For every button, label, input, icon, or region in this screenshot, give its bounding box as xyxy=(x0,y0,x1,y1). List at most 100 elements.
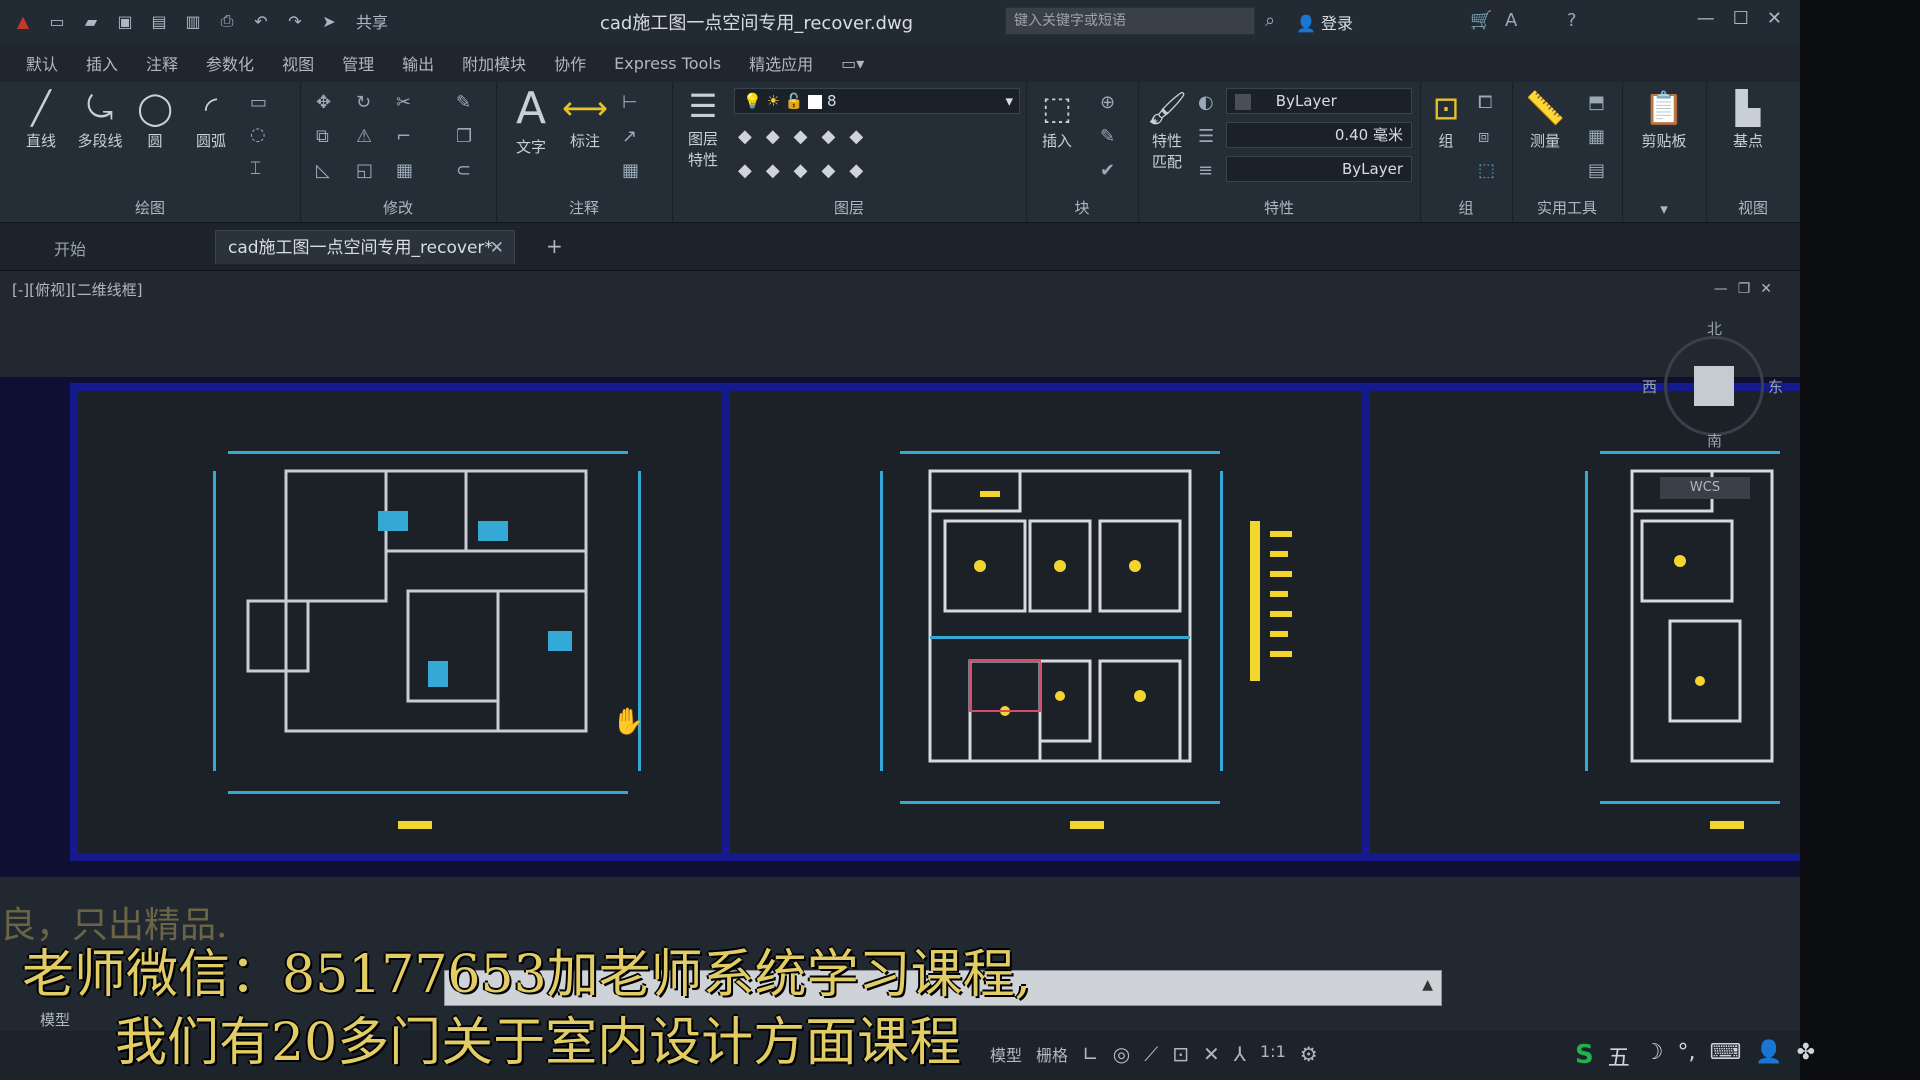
annotation-scale-icon[interactable]: ✕ xyxy=(1203,1042,1220,1066)
draw-group-label[interactable]: 绘图 xyxy=(0,197,300,218)
quick-select-icon[interactable]: ⬒ xyxy=(1588,92,1605,113)
group-tool[interactable]: ⊡ 组 xyxy=(1424,90,1468,151)
match-properties-tool[interactable]: 🖌 特性匹配 xyxy=(1142,90,1192,172)
arc-tool[interactable]: ◜ 圆弧 xyxy=(186,90,236,151)
leader-icon[interactable]: ↗ xyxy=(622,126,637,147)
sheet-1[interactable] xyxy=(70,383,732,861)
scale-value[interactable]: 1:1 xyxy=(1260,1042,1286,1066)
annotation-group-label[interactable]: 注释 xyxy=(496,197,672,218)
rotate-icon[interactable]: ↻ xyxy=(356,92,371,113)
menu-annotate[interactable]: 注释 xyxy=(146,51,178,75)
share-icon[interactable]: ➤ xyxy=(316,8,342,34)
menu-parametric[interactable]: 参数化 xyxy=(206,51,254,75)
viewport-label[interactable]: [-][俯视][二维线框] xyxy=(12,279,143,300)
ungroup-icon[interactable]: ⧠ xyxy=(1478,92,1492,113)
measure-tool[interactable]: 📏 测量 xyxy=(1518,90,1572,151)
text-tool[interactable]: A 文字 xyxy=(506,86,556,157)
move-icon[interactable]: ✥ xyxy=(316,92,331,113)
login-button[interactable]: 👤 登录 xyxy=(1296,10,1353,34)
save-as-icon[interactable]: ▤ xyxy=(146,8,172,34)
linetype-icon[interactable]: ≡ xyxy=(1198,160,1213,181)
keyboard-icon[interactable]: ⌨ xyxy=(1709,1040,1741,1072)
osnap-icon[interactable]: ⊡ xyxy=(1172,1042,1189,1066)
menu-view[interactable]: 视图 xyxy=(282,51,314,75)
erase-icon[interactable]: ✎ xyxy=(456,92,471,113)
array-icon[interactable]: ▦ xyxy=(396,160,413,181)
layers-group-label[interactable]: 图层 xyxy=(672,197,1026,218)
fillet-icon[interactable]: ⌐ xyxy=(396,126,411,147)
open-file-icon[interactable]: ▰ xyxy=(78,8,104,34)
calculator-icon[interactable]: ▦ xyxy=(1588,126,1605,147)
polar-icon[interactable]: ◎ xyxy=(1113,1042,1130,1066)
tab-document[interactable]: cad施工图一点空间专用_recover* ✕ xyxy=(215,230,515,264)
linear-dim-icon[interactable]: ⊢ xyxy=(622,92,638,113)
ortho-icon[interactable]: ∟ xyxy=(1082,1042,1099,1066)
close-tab-icon[interactable]: ✕ xyxy=(490,231,504,265)
paste-tool[interactable]: 📋 剪贴板 xyxy=(1632,90,1696,151)
view-group-label[interactable]: 视图 xyxy=(1706,197,1800,218)
group-select-icon[interactable]: ⬚ xyxy=(1478,160,1495,181)
sogou-logo-icon[interactable]: S xyxy=(1575,1040,1594,1072)
punctuation-icon[interactable]: °, xyxy=(1677,1040,1695,1072)
wcs-menu[interactable]: WCS xyxy=(1660,477,1750,499)
help-icon[interactable]: ? xyxy=(1567,10,1577,31)
grid-toggle[interactable]: 栅格 xyxy=(1036,1042,1068,1066)
compass-north[interactable]: 北 xyxy=(1707,318,1722,339)
compass-west[interactable]: 西 xyxy=(1642,376,1657,397)
tab-start[interactable]: 开始 xyxy=(54,236,86,260)
menu-default[interactable]: 默认 xyxy=(26,51,58,75)
circle-tool[interactable]: ◯ 圆 xyxy=(130,90,180,151)
edit-block-icon[interactable]: ✎ xyxy=(1100,126,1115,147)
line-tool[interactable]: ╱ 直线 xyxy=(16,90,66,151)
block-group-label[interactable]: 块 xyxy=(1026,197,1138,218)
settings-gear-icon[interactable]: ⚙ xyxy=(1300,1042,1318,1066)
ime-mode[interactable]: 五 xyxy=(1608,1040,1630,1072)
menu-express-tools[interactable]: Express Tools xyxy=(614,54,721,73)
menu-featured-apps[interactable]: 精选应用 xyxy=(749,51,813,75)
menu-output[interactable]: 输出 xyxy=(402,51,434,75)
stretch-icon[interactable]: ◺ xyxy=(316,160,330,181)
close-icon[interactable]: ✕ xyxy=(1767,8,1782,29)
scale-icon[interactable]: ◱ xyxy=(356,160,373,181)
drawing-canvas[interactable]: [-][俯视][二维线框] —❐✕ 北 南 西 东 WCS ✋ xyxy=(0,271,1800,1031)
cart-icon[interactable]: 🛒 xyxy=(1470,10,1492,31)
modify-group-label[interactable]: 修改 xyxy=(300,197,496,218)
clipboard-dropdown[interactable]: ▾ xyxy=(1622,200,1706,218)
menu-insert[interactable]: 插入 xyxy=(86,51,118,75)
isodraft-icon[interactable]: ⟋ xyxy=(1144,1042,1158,1066)
boundary-icon[interactable]: ⌶ xyxy=(250,158,261,179)
sheet-3[interactable] xyxy=(1362,383,1800,861)
group-edit-icon[interactable]: ⧈ xyxy=(1478,126,1489,147)
trim-icon[interactable]: ✂ xyxy=(396,92,411,113)
utilities-group-label[interactable]: 实用工具 xyxy=(1512,197,1622,218)
tab-model[interactable]: 模型 xyxy=(40,1009,70,1030)
copy-icon[interactable]: ⧉ xyxy=(316,126,329,147)
ribbon-toggle-icon[interactable]: ▭▾ xyxy=(841,54,864,73)
viewcube[interactable]: 北 南 西 东 xyxy=(1642,320,1783,450)
rectangle-icon[interactable]: ▭ xyxy=(250,92,267,113)
groups-group-label[interactable]: 组 xyxy=(1420,197,1512,218)
print-icon[interactable]: ⎙ xyxy=(214,8,240,34)
app-menu-icon[interactable]: ▲ xyxy=(10,8,36,34)
new-file-icon[interactable]: ▭ xyxy=(44,8,70,34)
annotation-visibility-icon[interactable]: ⅄ xyxy=(1234,1042,1246,1066)
offset-icon[interactable]: ⊂ xyxy=(456,160,471,181)
search-input[interactable]: 键入关键字或短语 xyxy=(1005,7,1255,35)
insert-tool[interactable]: ⬚ 插入 xyxy=(1030,90,1084,151)
lineweight-dropdown[interactable]: 0.40 毫米 xyxy=(1226,122,1412,148)
share-button[interactable]: 共享 xyxy=(356,9,388,33)
half-moon-icon[interactable]: ☽ xyxy=(1644,1040,1664,1072)
sheet-2[interactable] xyxy=(722,383,1372,861)
properties-group-label[interactable]: 特性 xyxy=(1138,197,1420,218)
compass-east[interactable]: 东 xyxy=(1768,376,1783,397)
skin-icon[interactable]: ✤ xyxy=(1797,1040,1815,1072)
viewport-close-icon[interactable]: ✕ xyxy=(1760,281,1782,297)
menu-collaborate[interactable]: 协作 xyxy=(554,51,586,75)
model-space-toggle[interactable]: 模型 xyxy=(990,1042,1022,1066)
publish-icon[interactable]: ▥ xyxy=(180,8,206,34)
viewport-restore-icon[interactable]: ❐ xyxy=(1738,281,1761,297)
save-icon[interactable]: ▣ xyxy=(112,8,138,34)
layer-properties-tool[interactable]: ☰ 图层特性 xyxy=(676,88,730,170)
hatch-icon[interactable]: ◌ xyxy=(250,124,266,145)
base-point-tool[interactable]: ▙ 基点 xyxy=(1716,90,1780,151)
